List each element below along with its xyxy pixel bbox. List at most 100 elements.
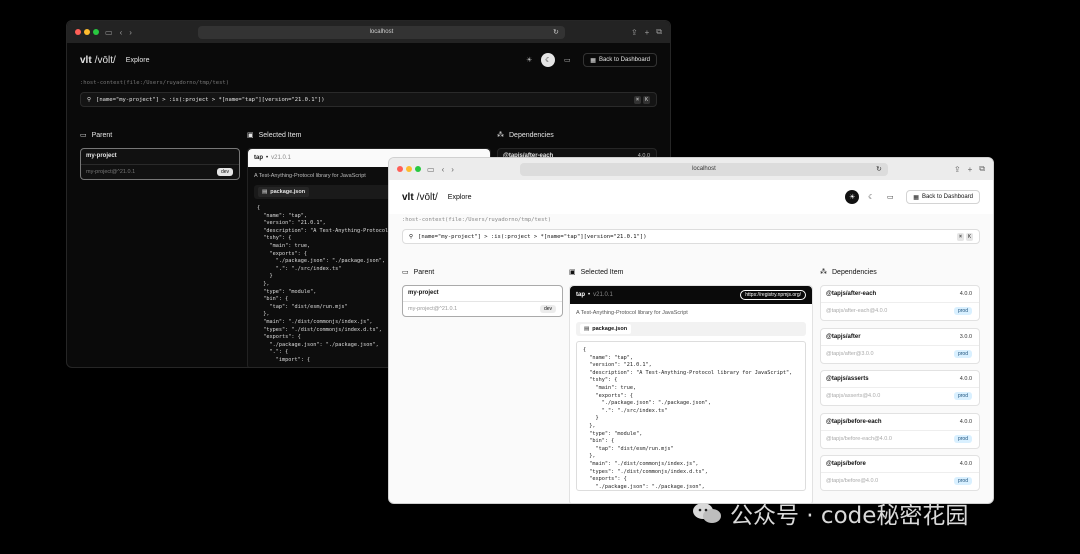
dependency-name: @tapjs/before [826,461,866,467]
parent-card-name: my-project [86,153,117,159]
tab-bar: ▤ package.json [576,322,806,336]
nav-explore[interactable]: Explore [126,57,150,64]
shortcut-hint: ⌘ K [633,95,650,104]
kbd-k: K [965,232,973,241]
app-header: vlt/vōlt/ Explore ☀ ☾ ▭ ▦ Back to Dashboa… [389,180,993,214]
new-tab-icon[interactable]: + [968,165,973,174]
selected-box-icon: ▣ [247,132,254,139]
dev-badge: dev [216,168,233,176]
window-controls [75,29,99,35]
sidebar-toggle-icon[interactable]: ▭ [427,165,435,174]
address-bar[interactable]: localhost ↻ [519,162,888,176]
tab-package-json-label: package.json [270,189,306,195]
close-window-button[interactable] [397,166,403,172]
share-icon[interactable]: ⇪ [631,28,638,37]
back-to-dashboard-button[interactable]: ▦ Back to Dashboard [583,53,657,67]
dependency-version: 4.0.0 [959,461,972,467]
dependency-spec: @tapjs/after@3.0.0 [826,350,874,357]
share-icon[interactable]: ⇪ [954,165,961,174]
forward-arrow-icon[interactable]: › [451,165,454,174]
query-input[interactable]: ⚲ [name="my-project"] > :is(:project > *… [80,92,657,107]
dependency-version: 4.0.0 [959,291,972,297]
light-browser-window: ▭ ‹ › localhost ↻ ⇪ + ⧉ vlt/vōlt/ Explor… [388,157,994,504]
light-theme-sun-icon[interactable]: ☀ [522,53,536,67]
selected-name: tap [576,292,585,298]
prod-badge: prod [953,477,972,485]
prod-badge: prod [953,392,972,400]
parent-card[interactable]: my-project my-project@^21.0.1 dev [402,285,563,317]
vlt-logo[interactable]: vlt/vōlt/ [402,192,438,203]
reload-icon[interactable]: ↻ [876,165,882,173]
back-arrow-icon[interactable]: ‹ [120,28,123,37]
kbd-cmd: ⌘ [956,232,964,241]
dependency-card[interactable]: @tapjs/after-each 4.0.0 @tapjs/after-each@… [820,285,980,321]
close-window-button[interactable] [75,29,81,35]
nav-explore[interactable]: Explore [448,194,472,201]
dependency-spec: @tapjs/before@4.0.0 [826,478,879,484]
back-arrow-icon[interactable]: ‹ [442,165,445,174]
dependency-name: @tapjs/before-each [826,418,882,425]
parent-card-spec: my-project@^21.0.1 [86,169,136,175]
reload-icon[interactable]: ↻ [553,28,559,36]
code-viewer[interactable]: { "name": "tap", "version": "21.0.1", "d… [576,341,806,491]
dependency-version: 3.0.0 [959,333,972,340]
dependency-card[interactable]: @tapjs/after 3.0.0 @tapjs/after@3.0.0 prod [820,327,980,364]
minimize-window-button[interactable] [406,166,412,172]
host-context: :host-context(file:/Users/ruyadorno/tmp/… [80,80,230,86]
dark-theme-moon-icon[interactable]: ☾ [541,53,556,67]
window-controls [397,166,421,172]
new-tab-icon[interactable]: + [645,28,650,37]
logo-phonetic: /vōlt/ [94,54,116,66]
parent-heading: ▭ Parent [402,268,434,277]
dark-theme-moon-icon[interactable]: ☾ [864,190,878,204]
prod-badge: prod [953,434,972,443]
tab-package-json[interactable]: ▤ package.json [258,187,310,197]
maximize-window-button[interactable] [93,29,99,35]
file-icon: ▤ [584,326,590,332]
address-bar[interactable]: localhost ↻ [197,25,565,39]
light-theme-sun-icon[interactable]: ☀ [845,190,860,204]
selected-heading-label: Selected Item [580,268,624,276]
deps-heading-label: Dependencies [509,131,554,139]
dependency-card[interactable]: @tapjs/asserts 4.0.0 @tapjs/asserts@4.0.0 p… [820,370,980,406]
title-bar: ▭ ‹ › localhost ↻ ⇪ + ⧉ [67,21,670,43]
dependency-name: @tapjs/after [826,333,861,340]
query-input[interactable]: ⚲ [name="my-project"] > :is(:project > *… [402,229,980,244]
parent-box-icon: ▭ [402,269,409,276]
query-text: [name="my-project"] > :is(:project > *[n… [418,233,647,240]
sidebar-toggle-icon[interactable]: ▭ [105,28,113,37]
tab-package-json[interactable]: ▤ package.json [580,324,632,334]
host-context: :host-context(file:/Users/ruyadorno/tmp/… [402,217,552,223]
back-to-dashboard-label: Back to Dashboard [921,194,973,200]
wechat-icon [693,503,721,523]
tabs-overview-icon[interactable]: ⧉ [656,27,662,37]
vlt-logo[interactable]: vlt/vōlt/ [80,55,116,66]
wechat-watermark: 公众号 · code秘密花园 [692,496,968,530]
dependency-version: 4.0.0 [959,376,972,382]
query-text: [name="my-project"] > :is(:project > *[n… [96,96,325,103]
back-to-dashboard-button[interactable]: ▦ Back to Dashboard [906,190,980,204]
dependency-card[interactable]: @tapjs/before 4.0.0 @tapjs/before@4.0.0 pro… [820,455,980,491]
prod-badge: prod [953,307,972,315]
dashboard-grid-icon: ▦ [590,57,596,64]
parent-card-name: my-project [408,290,439,296]
selected-item-panel: tap • v21.0.1 https://registry.npmjs.org… [569,285,813,503]
url-text: localhost [692,166,716,172]
parent-card[interactable]: my-project my-project@^21.0.1 dev [80,148,240,180]
shortcut-hint: ⌘ K [956,232,973,241]
search-icon: ⚲ [87,96,92,103]
tabs-overview-icon[interactable]: ⧉ [979,164,985,174]
selected-box-icon: ▣ [569,269,576,276]
selected-item-header: tap • v21.0.1 https://registry.npmjs.org… [570,286,812,304]
system-theme-monitor-icon[interactable]: ▭ [560,53,574,67]
logo-text: vlt [402,191,414,203]
dependency-card[interactable]: @tapjs/before-each 4.0.0 @tapjs/before-eac… [820,412,980,449]
forward-arrow-icon[interactable]: › [129,28,132,37]
separator-dot: • [266,155,269,161]
registry-link[interactable]: https://registry.npmjs.org/ [740,290,806,300]
parent-heading-label: Parent [91,131,113,139]
minimize-window-button[interactable] [84,29,90,35]
file-icon: ▤ [262,189,268,195]
maximize-window-button[interactable] [415,166,421,172]
system-theme-monitor-icon[interactable]: ▭ [883,190,897,204]
